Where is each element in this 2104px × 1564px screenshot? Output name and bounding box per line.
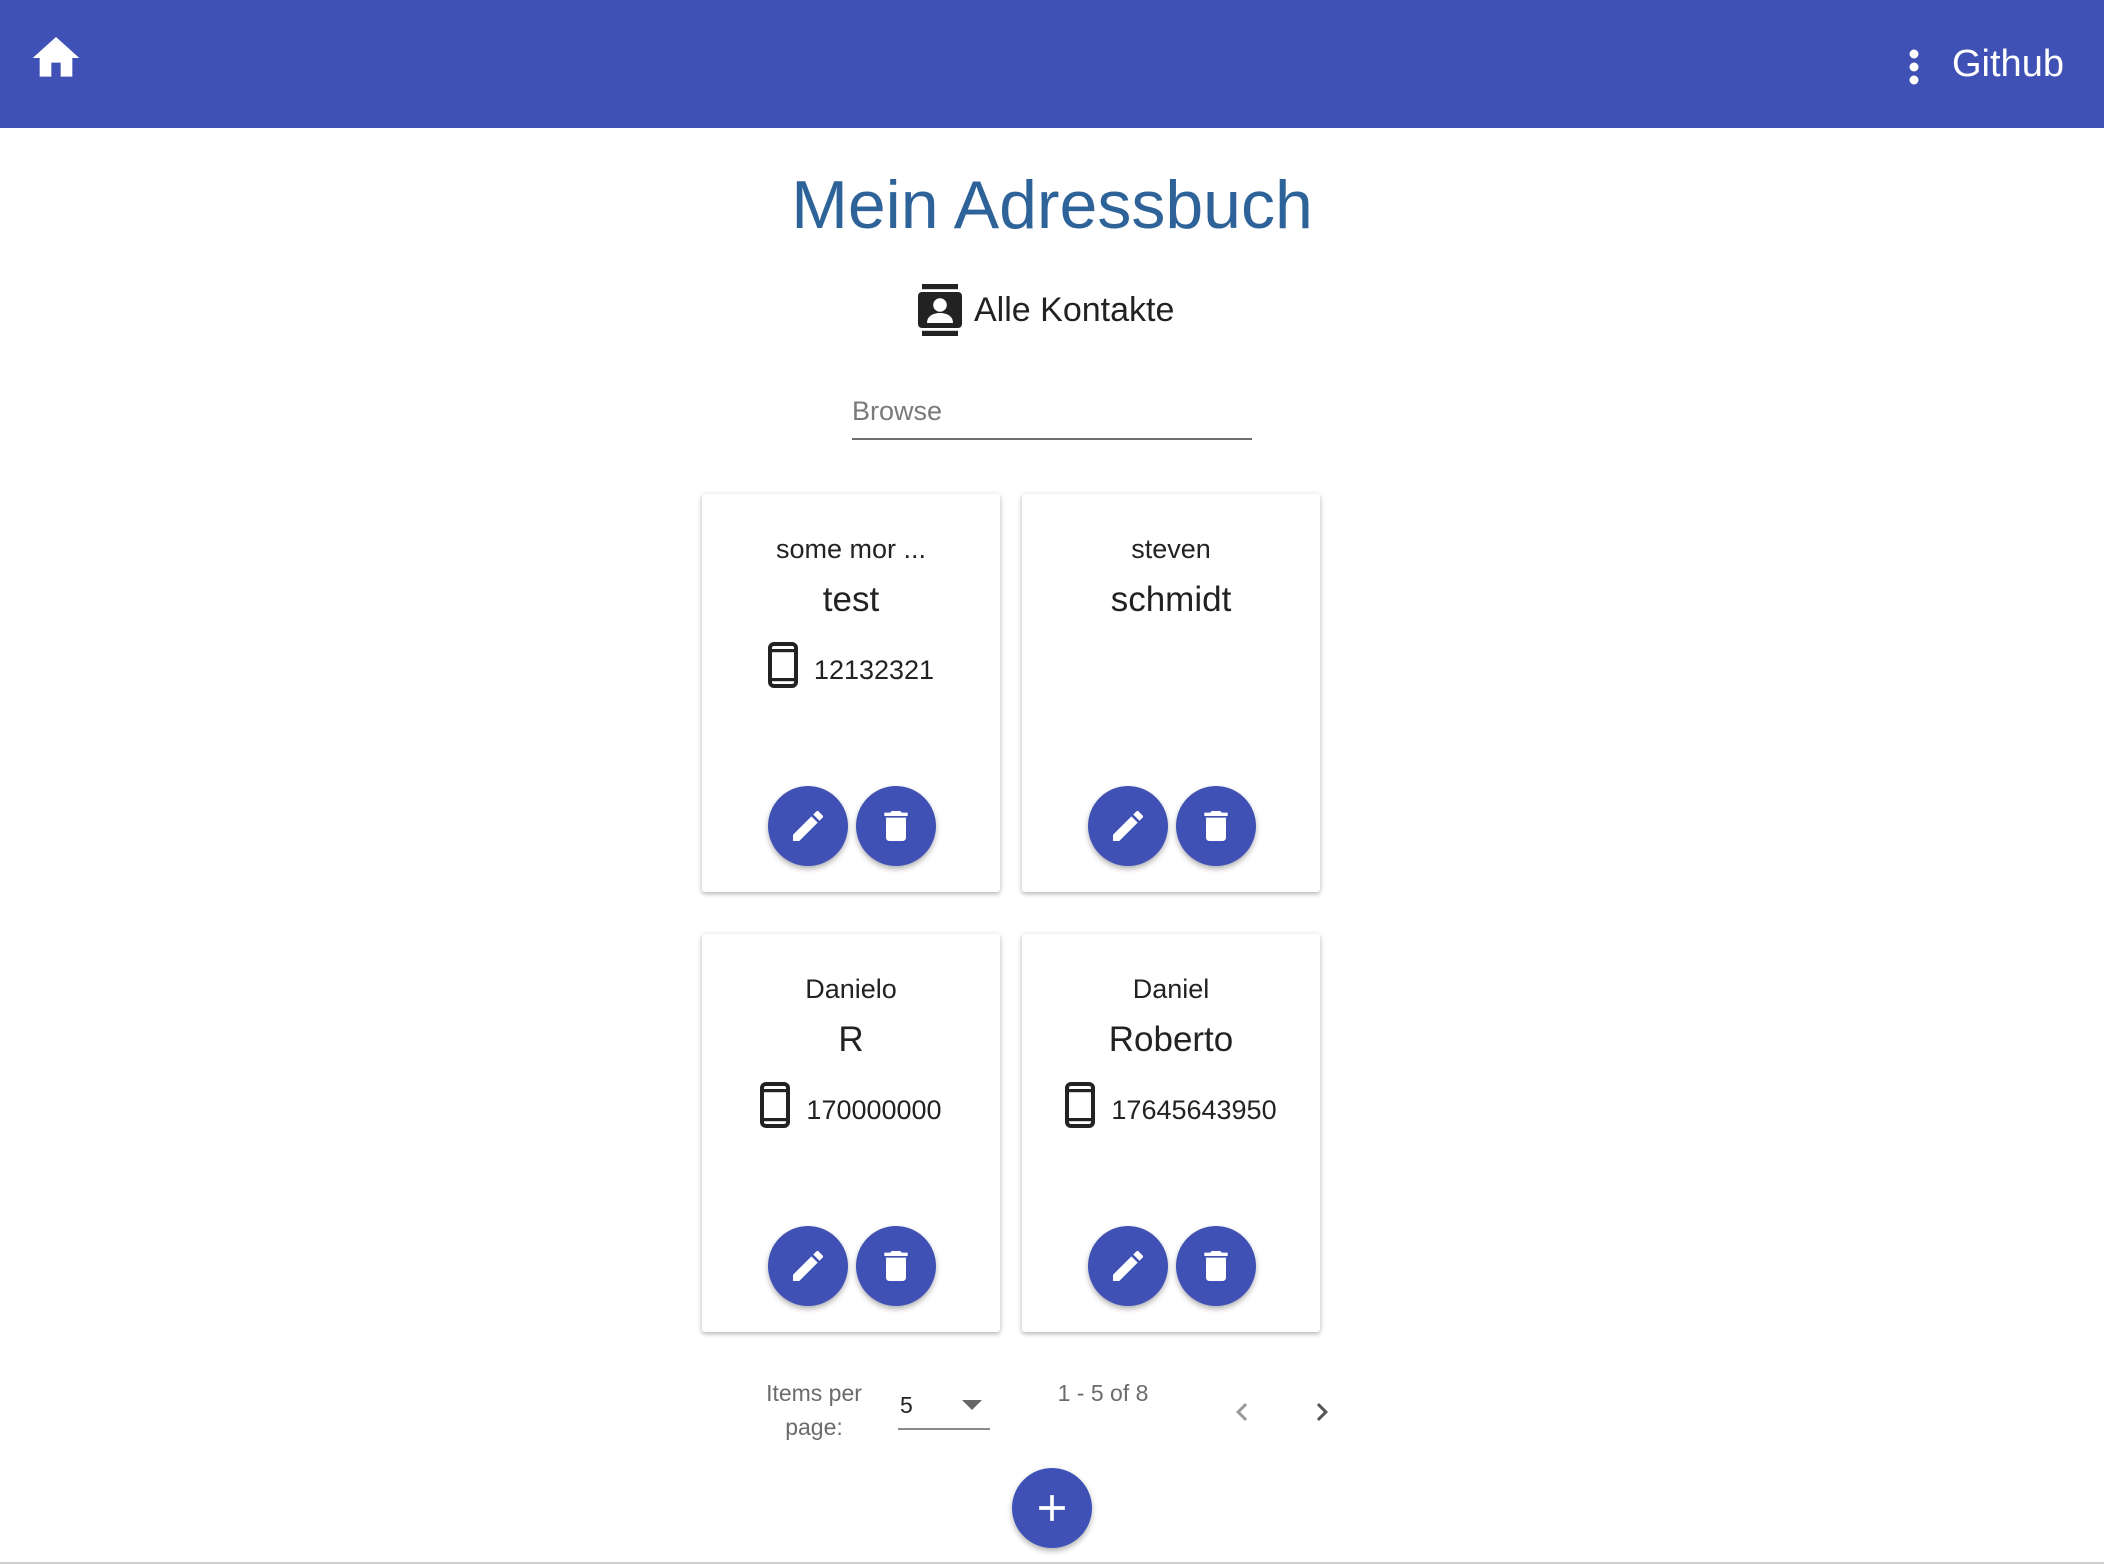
contact-last-name: schmidt [1110,580,1232,619]
contact-phone: 12132321 [813,655,935,685]
add-icon [1039,1495,1065,1521]
contact-last-name: R [838,1020,864,1059]
more-options-button[interactable] [1894,42,1934,92]
edit-icon [1113,1250,1144,1281]
github-link[interactable]: Github [1952,40,2064,88]
edit-contact-button[interactable] [1088,786,1168,866]
section-heading: Alle Kontakte [918,280,1174,340]
delete-icon [884,1251,908,1281]
delete-contact-button[interactable] [1176,786,1256,866]
contact-phone-row: 170000000 [702,1082,1000,1128]
edit-contact-button[interactable] [1088,1226,1168,1306]
more-vert-icon [1909,49,1919,85]
home-button[interactable] [28,30,84,86]
chevron-right-icon [1316,1403,1328,1421]
delete-contact-button[interactable] [1176,1226,1256,1306]
search-input[interactable] [852,384,1252,440]
contact-last-name: test [822,580,880,619]
contact-card: steven schmidt [1022,494,1320,892]
smartphone-icon [1065,1082,1096,1128]
edit-icon [793,810,824,841]
contacts-icon [918,284,962,336]
edit-contact-button[interactable] [768,1226,848,1306]
page-size-select[interactable]: 5 [898,1388,990,1430]
contact-card: Danielo R 170000000 [702,934,1000,1332]
page-title: Mein Adressbuch [791,167,1313,243]
contact-card: some mor ... test 12132321 [702,494,1000,892]
contact-first-name: Danielo [805,974,897,1004]
next-page-button[interactable] [1302,1392,1342,1432]
items-per-page-label: Items per page: [766,1380,862,1440]
contact-first-name: steven [1131,534,1211,564]
chevron-left-icon [1236,1403,1248,1421]
contact-last-name: Roberto [1108,1020,1234,1059]
delete-contact-button[interactable] [856,786,936,866]
edit-icon [1113,810,1144,841]
delete-contact-button[interactable] [856,1226,936,1306]
previous-page-button[interactable] [1222,1392,1262,1432]
page-range-label: 1 - 5 of 8 [1057,1380,1149,1406]
delete-icon [1204,811,1228,841]
contact-phone: 170000000 [806,1095,942,1125]
contact-first-name: Daniel [1132,974,1210,1004]
delete-icon [1204,1251,1228,1281]
delete-icon [884,811,908,841]
smartphone-icon [760,1082,791,1128]
contact-phone: 17645643950 [1111,1095,1277,1125]
contact-phone-row: 12132321 [702,642,1000,688]
contact-phone-row: 17645643950 [1022,1082,1320,1128]
edit-contact-button[interactable] [768,786,848,866]
section-heading-label: Alle Kontakte [974,290,1175,329]
top-app-bar: Github [0,0,2104,128]
contact-first-name: some mor ... [775,534,927,564]
home-icon [32,37,80,77]
edit-icon [793,1250,824,1281]
smartphone-icon [767,642,798,688]
page-size-value: 5 [900,1392,913,1418]
contact-card: Daniel Roberto 17645643950 [1022,934,1320,1332]
add-contact-button[interactable] [1012,1468,1092,1548]
dropdown-arrow-icon [962,1400,982,1410]
